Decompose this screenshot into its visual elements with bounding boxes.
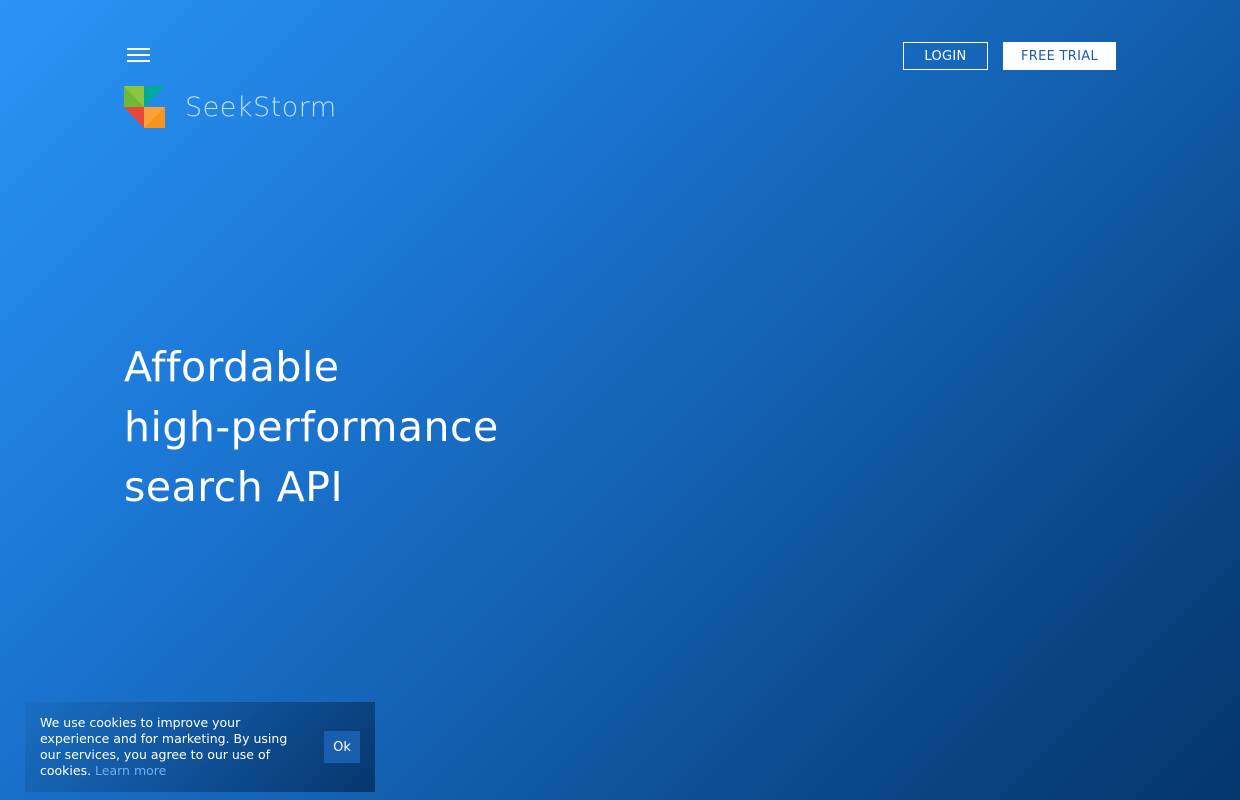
seekstorm-logo-icon <box>124 86 165 128</box>
cookie-banner: We use cookies to improve your experienc… <box>25 702 375 792</box>
free-trial-button[interactable]: FREE TRIAL <box>1003 42 1116 70</box>
menu-line <box>127 54 150 56</box>
hero-line-3: search API <box>124 463 344 511</box>
menu-line <box>127 48 150 50</box>
learn-more-link[interactable]: Learn more <box>95 763 166 778</box>
hero-headline: Affordable high-performance search API <box>124 337 499 517</box>
hero-line-1: Affordable <box>124 343 340 391</box>
cookie-message: We use cookies to improve your experienc… <box>40 715 302 779</box>
hamburger-menu-icon[interactable] <box>124 44 154 68</box>
brand-logo[interactable]: SeekStorm <box>124 86 337 128</box>
cookie-ok-button[interactable]: Ok <box>324 731 360 763</box>
login-button[interactable]: LOGIN <box>903 42 988 70</box>
menu-line <box>127 60 150 62</box>
hero-line-2: high-performance <box>124 403 499 451</box>
brand-name: SeekStorm <box>185 91 337 123</box>
